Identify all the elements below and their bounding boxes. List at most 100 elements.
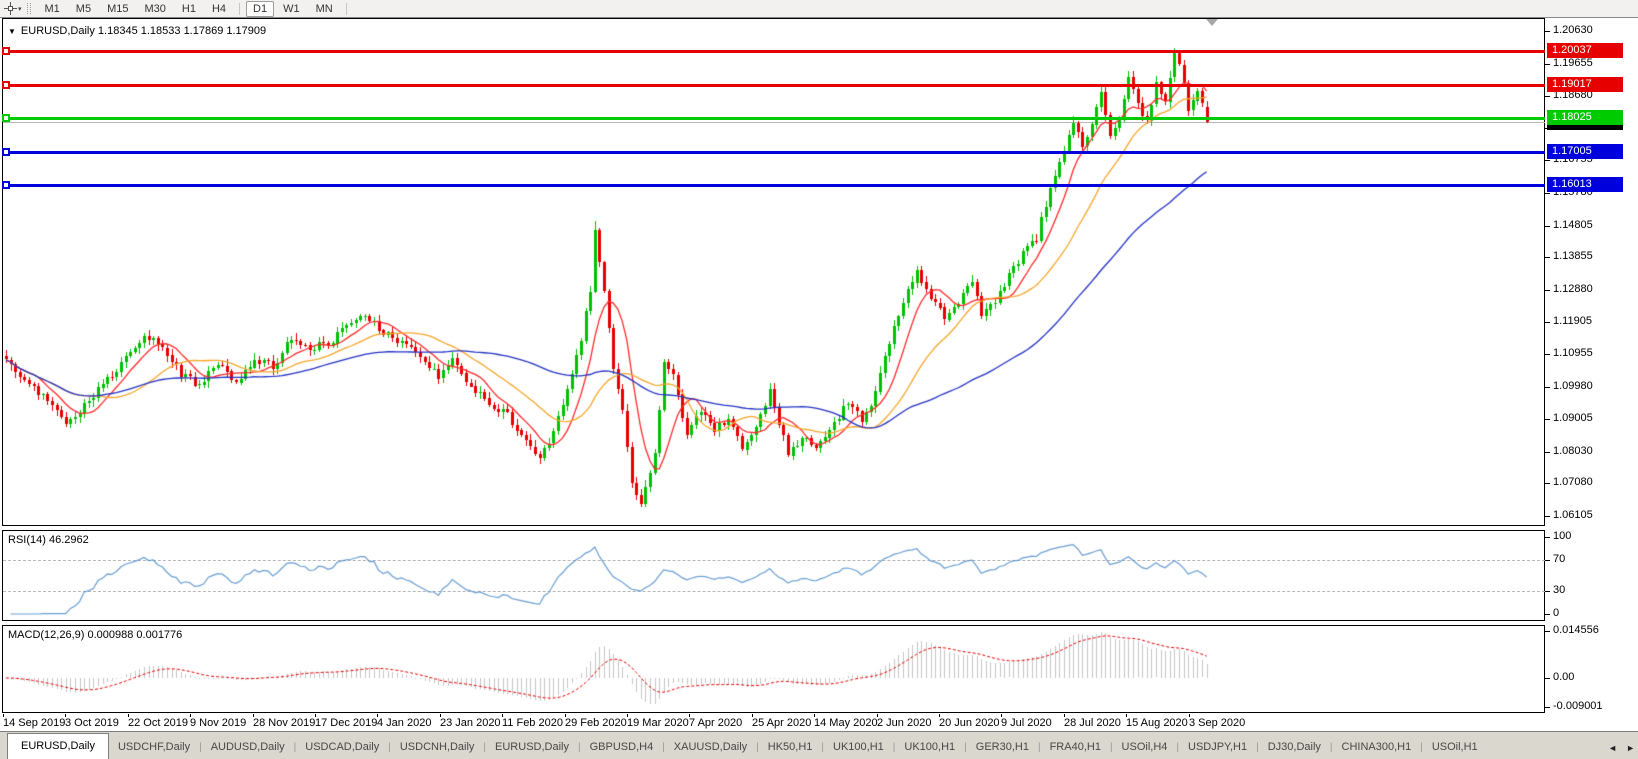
line-handle[interactable] <box>2 181 10 189</box>
price-axis-label: 1.13855 <box>1553 250 1593 262</box>
symbol-tab-usdchf-daily[interactable]: USDCHF,Daily <box>109 736 199 759</box>
rsi-axis-label: 100 <box>1553 530 1572 542</box>
symbol-tab-usoil-h1[interactable]: USOil,H1 <box>1423 736 1487 759</box>
timeframe-button-d1[interactable]: D1 <box>246 0 275 17</box>
timeframe-button-h1[interactable]: H1 <box>175 1 203 17</box>
chart-title: ▼ EURUSD,Daily 1.18345 1.18533 1.17869 1.… <box>8 25 266 37</box>
macd-label: MACD(12,26,9) 0.000988 0.001776 <box>8 629 183 641</box>
date-label: 23 Jan 2020 <box>440 717 501 729</box>
horizontal-level-line[interactable] <box>3 117 1545 120</box>
date-label: 3 Sep 2020 <box>1189 717 1246 729</box>
price-axis-label: 1.09005 <box>1553 412 1593 424</box>
price-axis-label: 1.14805 <box>1553 219 1593 231</box>
chart-title-text: EURUSD,Daily 1.18345 1.18533 1.17869 1.1… <box>20 25 267 37</box>
date-label: 20 Jun 2020 <box>939 717 1000 729</box>
timeframe-button-m1[interactable]: M1 <box>38 1 67 17</box>
price-axis-label: 1.09980 <box>1553 380 1593 392</box>
level-price-tag: 1.19017 <box>1547 77 1623 92</box>
symbol-tab-usoil-h4[interactable]: USOil,H4 <box>1113 736 1177 759</box>
toolbar-grip[interactable] <box>26 3 31 14</box>
horizontal-level-line[interactable] <box>3 151 1545 154</box>
price-axis-label: 1.20630 <box>1553 24 1593 36</box>
macd-axis-label: 0.014556 <box>1553 624 1599 636</box>
rsi-axis-label: 70 <box>1553 553 1566 565</box>
date-label: 9 Jul 2020 <box>1001 717 1052 729</box>
symbol-tab-uk100-h1[interactable]: UK100,H1 <box>824 736 893 759</box>
horizontal-level-line[interactable] <box>3 184 1545 187</box>
axis-tick <box>1545 707 1550 708</box>
chart-shift-marker-icon[interactable] <box>1206 19 1218 26</box>
symbol-tab-eurusd-daily[interactable]: EURUSD,Daily <box>486 736 578 759</box>
axis-tick <box>1545 678 1550 679</box>
timeframe-button-h4[interactable]: H4 <box>205 1 233 17</box>
horizontal-level-line[interactable] <box>3 84 1545 87</box>
timeframe-button-m5[interactable]: M5 <box>69 1 98 17</box>
tab-scroll-right-icon[interactable]: ► <box>1626 743 1635 753</box>
symbol-tab-hk50-h1[interactable]: HK50,H1 <box>759 736 822 759</box>
bid-price-line <box>3 122 1545 123</box>
level-price-tag: 1.18025 <box>1547 110 1623 125</box>
symbol-tab-uk100-h1[interactable]: UK100,H1 <box>895 736 964 759</box>
symbol-tab-gbpusd-h4[interactable]: GBPUSD,H4 <box>581 736 663 759</box>
tab-scroll-controls: ◄ ► <box>1608 743 1635 753</box>
symbol-tab-china300-h1[interactable]: CHINA300,H1 <box>1333 736 1421 759</box>
price-chart-panel[interactable] <box>2 18 1545 526</box>
rsi-axis-label: 0 <box>1553 607 1560 619</box>
level-price-tag: 1.17005 <box>1547 144 1623 159</box>
symbol-tab-dj30-daily[interactable]: DJ30,Daily <box>1259 736 1330 759</box>
timeframe-button-mn[interactable]: MN <box>309 1 340 17</box>
rsi-axis-label: 30 <box>1553 584 1566 596</box>
timeframe-button-m30[interactable]: M30 <box>137 1 172 17</box>
rsi-level-line <box>3 591 1545 592</box>
horizontal-level-line[interactable] <box>3 50 1545 53</box>
symbol-tab-xauusd-daily[interactable]: XAUUSD,Daily <box>665 736 756 759</box>
toolbar: ▾ M1 M5 M15 M30 H1 H4 D1 W1 MN <box>0 0 1638 18</box>
axis-tick <box>1545 354 1550 355</box>
price-axis-label: 1.06105 <box>1553 509 1593 521</box>
date-label: 19 Mar 2020 <box>627 717 689 729</box>
axis-tick <box>1545 96 1550 97</box>
axis-tick <box>1545 160 1550 161</box>
mt4-window: ▾ M1 M5 M15 M30 H1 H4 D1 W1 MN ▼ EURUSD,Daily 1.1… <box>0 0 1638 759</box>
date-label: 3 Oct 2019 <box>65 717 119 729</box>
symbol-tab-fra40-h1[interactable]: FRA40,H1 <box>1041 736 1110 759</box>
axis-tick <box>1545 591 1550 592</box>
line-handle[interactable] <box>2 81 10 89</box>
axis-tick <box>1545 257 1550 258</box>
symbol-tab-usdjpy-h1[interactable]: USDJPY,H1 <box>1179 736 1256 759</box>
macd-axis-label: -0.009001 <box>1553 700 1603 712</box>
symbol-tabbar: EURUSD,Daily USDCHF,Daily | AUDUSD,Daily | US… <box>0 731 1638 759</box>
symbol-tab-usdcnh-daily[interactable]: USDCNH,Daily <box>391 736 484 759</box>
toolbar-separator <box>345 2 347 15</box>
axis-tick <box>1545 516 1550 517</box>
price-axis-label: 1.19655 <box>1553 57 1593 69</box>
toolbar-separator <box>239 2 241 15</box>
level-price-tag: 1.20037 <box>1547 43 1623 58</box>
line-handle[interactable] <box>2 47 10 55</box>
toolbar-caret-icon[interactable]: ▾ <box>18 5 22 13</box>
macd-axis-label: 0.00 <box>1553 671 1575 683</box>
crosshair-tool-icon[interactable] <box>4 2 17 15</box>
macd-panel[interactable] <box>2 625 1545 713</box>
axis-tick <box>1545 226 1550 227</box>
date-label: 9 Nov 2019 <box>190 717 247 729</box>
symbol-tab-eurusd-daily[interactable]: EURUSD,Daily <box>7 733 109 759</box>
symbol-tab-audusd-daily[interactable]: AUDUSD,Daily <box>202 736 294 759</box>
date-label: 14 Sep 2019 <box>3 717 66 729</box>
price-axis-label: 1.11905 <box>1553 315 1592 327</box>
line-handle[interactable] <box>2 114 10 122</box>
tab-scroll-left-icon[interactable]: ◄ <box>1608 743 1617 753</box>
price-axis-label: 1.07080 <box>1553 476 1593 488</box>
rsi-level-line <box>3 560 1545 561</box>
axis-tick <box>1545 419 1550 420</box>
axis-tick <box>1545 560 1550 561</box>
chart-collapse-caret-icon[interactable]: ▼ <box>8 27 16 36</box>
timeframe-button-m15[interactable]: M15 <box>100 1 135 17</box>
symbol-tab-usdcad-daily[interactable]: USDCAD,Daily <box>296 736 388 759</box>
date-label: 25 Apr 2020 <box>752 717 812 729</box>
symbol-tab-ger30-h1[interactable]: GER30,H1 <box>967 736 1038 759</box>
date-label: 28 Jul 2020 <box>1064 717 1121 729</box>
line-handle[interactable] <box>2 148 10 156</box>
rsi-panel[interactable] <box>2 530 1545 621</box>
timeframe-button-w1[interactable]: W1 <box>276 1 307 17</box>
